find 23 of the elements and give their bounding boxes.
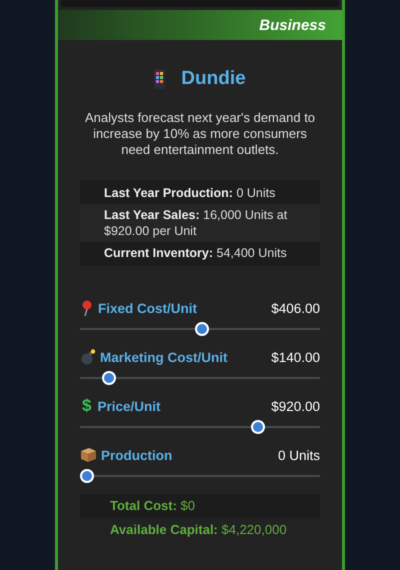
slider-thumb[interactable] [102,371,116,385]
slider-label: Fixed Cost/Unit [98,300,198,316]
slider-thumb[interactable] [250,420,265,434]
package-icon [80,447,97,463]
stat-line: Last Year Production: 0 Units [103,185,276,202]
slider-value: $406.00 [271,300,320,316]
category-title: Business [259,16,326,34]
slider-label: Marketing Cost/Unit [100,350,229,364]
forecast-text: Analysts forecast next year's demand to increase by 10% as more consumers need entertainment outlets. [84,110,316,158]
slider-thumb[interactable] [80,469,94,483]
phone-icon [154,69,166,89]
slider-label: Price/Unit [97,398,162,414]
slider-label: Production [101,448,174,462]
slider-value: $920.00 [271,398,320,414]
slider-value: 0 Units [278,448,320,462]
product-name: Dundie [181,68,246,90]
slider-value: $140.00 [271,350,320,364]
slider-thumb[interactable] [195,322,210,336]
bomb-icon [80,349,96,365]
summary-line: Total Cost: $0 [109,497,196,515]
pushpin-icon [80,300,94,316]
stat-line: Current Inventory: 54,400 Units [103,245,288,262]
dollar-icon: $ [82,397,92,415]
